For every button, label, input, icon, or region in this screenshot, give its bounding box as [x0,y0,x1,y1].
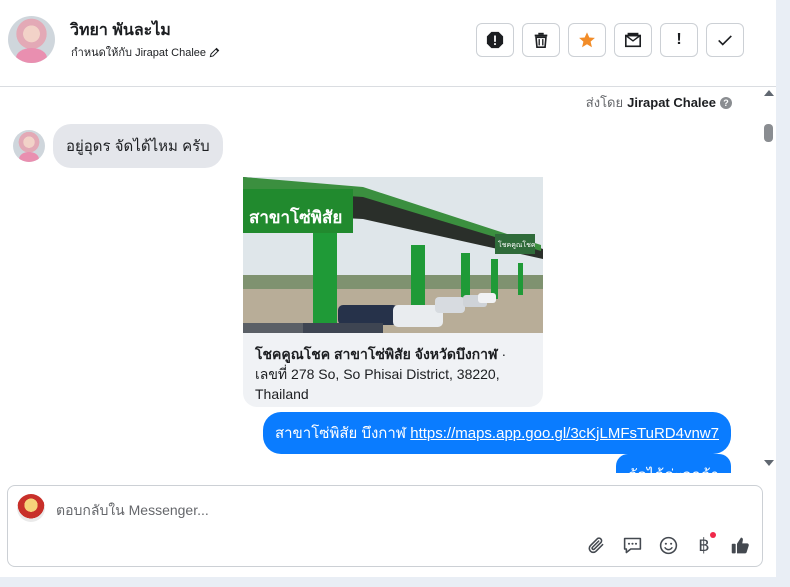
header-actions: ! [476,23,744,57]
reply-input[interactable] [56,498,576,522]
scroll-down-arrow-icon[interactable] [764,460,774,466]
delete-button[interactable] [522,23,560,57]
done-button[interactable] [706,23,744,57]
star-button[interactable] [568,23,606,57]
message-thread[interactable]: ส่งโดย Jirapat Chalee ? อยู่อุดร จัดได้ไ… [0,87,760,473]
contact-avatar[interactable] [8,16,55,63]
payment-button[interactable]: ฿ [693,532,716,556]
star-icon [579,32,595,48]
contact-name[interactable]: วิทยา พันละไม [70,18,171,43]
composer-tools: ฿ [585,532,751,556]
dealership-photo: สาขาโซ่พิสัย โชคคูณโชค [243,177,543,333]
link-preview-name: โชคคูณโชค สาขาโซ่พิสัย จังหวัดบึงกาฬ [255,346,498,362]
follow-up-button[interactable]: ! [660,23,698,57]
attach-button[interactable] [585,534,607,556]
exclamation-icon: ! [676,31,682,48]
sent-by-name: Jirapat Chalee [627,95,716,110]
envelope-x-icon [624,32,642,48]
assignee-label[interactable]: กำหนดให้กับ Jirapat Chalee [71,43,220,61]
link-preview-image[interactable]: สาขาโซ่พิสัย โชคคูณโชค [243,177,543,333]
spam-button[interactable] [476,23,514,57]
pencil-icon[interactable] [209,47,220,58]
sign-text: สาขาโซ่พิสัย [249,207,342,228]
outgoing-message-2[interactable]: จัดได้ค่ะลูกค้า [616,454,731,473]
thumbs-up-icon [731,537,749,553]
smiley-icon [659,536,677,554]
paperclip-icon [588,536,603,553]
sender-avatar[interactable] [13,130,45,162]
saved-replies-button[interactable] [621,534,643,556]
emoji-button[interactable] [657,534,679,556]
outgoing-message-text: สาขาโซ่พิสัย บึงกาฬ [274,425,407,442]
alert-octagon-icon [486,31,504,49]
conversation-panel: วิทยา พันละไม กำหนดให้กับ Jirapat Chalee [0,0,776,577]
side-sign-text: โชคคูณโชค [498,240,536,249]
outgoing-message[interactable]: สาขาโซ่พิสัย บึงกาฬ https://maps.app.goo… [262,412,731,454]
scrollbar-thumb[interactable] [764,124,773,142]
like-button[interactable] [729,534,751,556]
sent-by-prefix: ส่งโดย [585,95,624,110]
incoming-message[interactable]: อยู่อุดร จัดได้ไหม ครับ [53,124,223,168]
notification-dot [710,532,716,538]
sent-by-label: ส่งโดย Jirapat Chalee ? [586,92,732,113]
assignee-text: กำหนดให้กับ Jirapat Chalee [71,47,207,59]
mark-unread-button[interactable] [614,23,652,57]
page-avatar [17,494,45,522]
reply-composer: ฿ [7,485,763,567]
maps-link[interactable]: https://maps.app.goo.gl/3cKjLMFsTuRD4vnw… [410,425,719,442]
link-preview-title[interactable]: โชคคูณโชค สาขาโซ่พิสัย จังหวัดบึงกาฬ · เ… [243,333,543,404]
trash-icon [534,32,548,49]
chat-bubble-icon [623,537,641,553]
baht-icon: ฿ [698,534,710,555]
conversation-header: วิทยา พันละไม กำหนดให้กับ Jirapat Chalee [0,0,776,87]
scroll-up-arrow-icon[interactable] [764,90,774,96]
help-icon[interactable]: ? [720,96,732,109]
check-icon [718,35,732,46]
link-preview-card[interactable]: สาขาโซ่พิสัย โชคคูณโชค โชคคูณโชค สาขาโซ่… [243,177,543,407]
